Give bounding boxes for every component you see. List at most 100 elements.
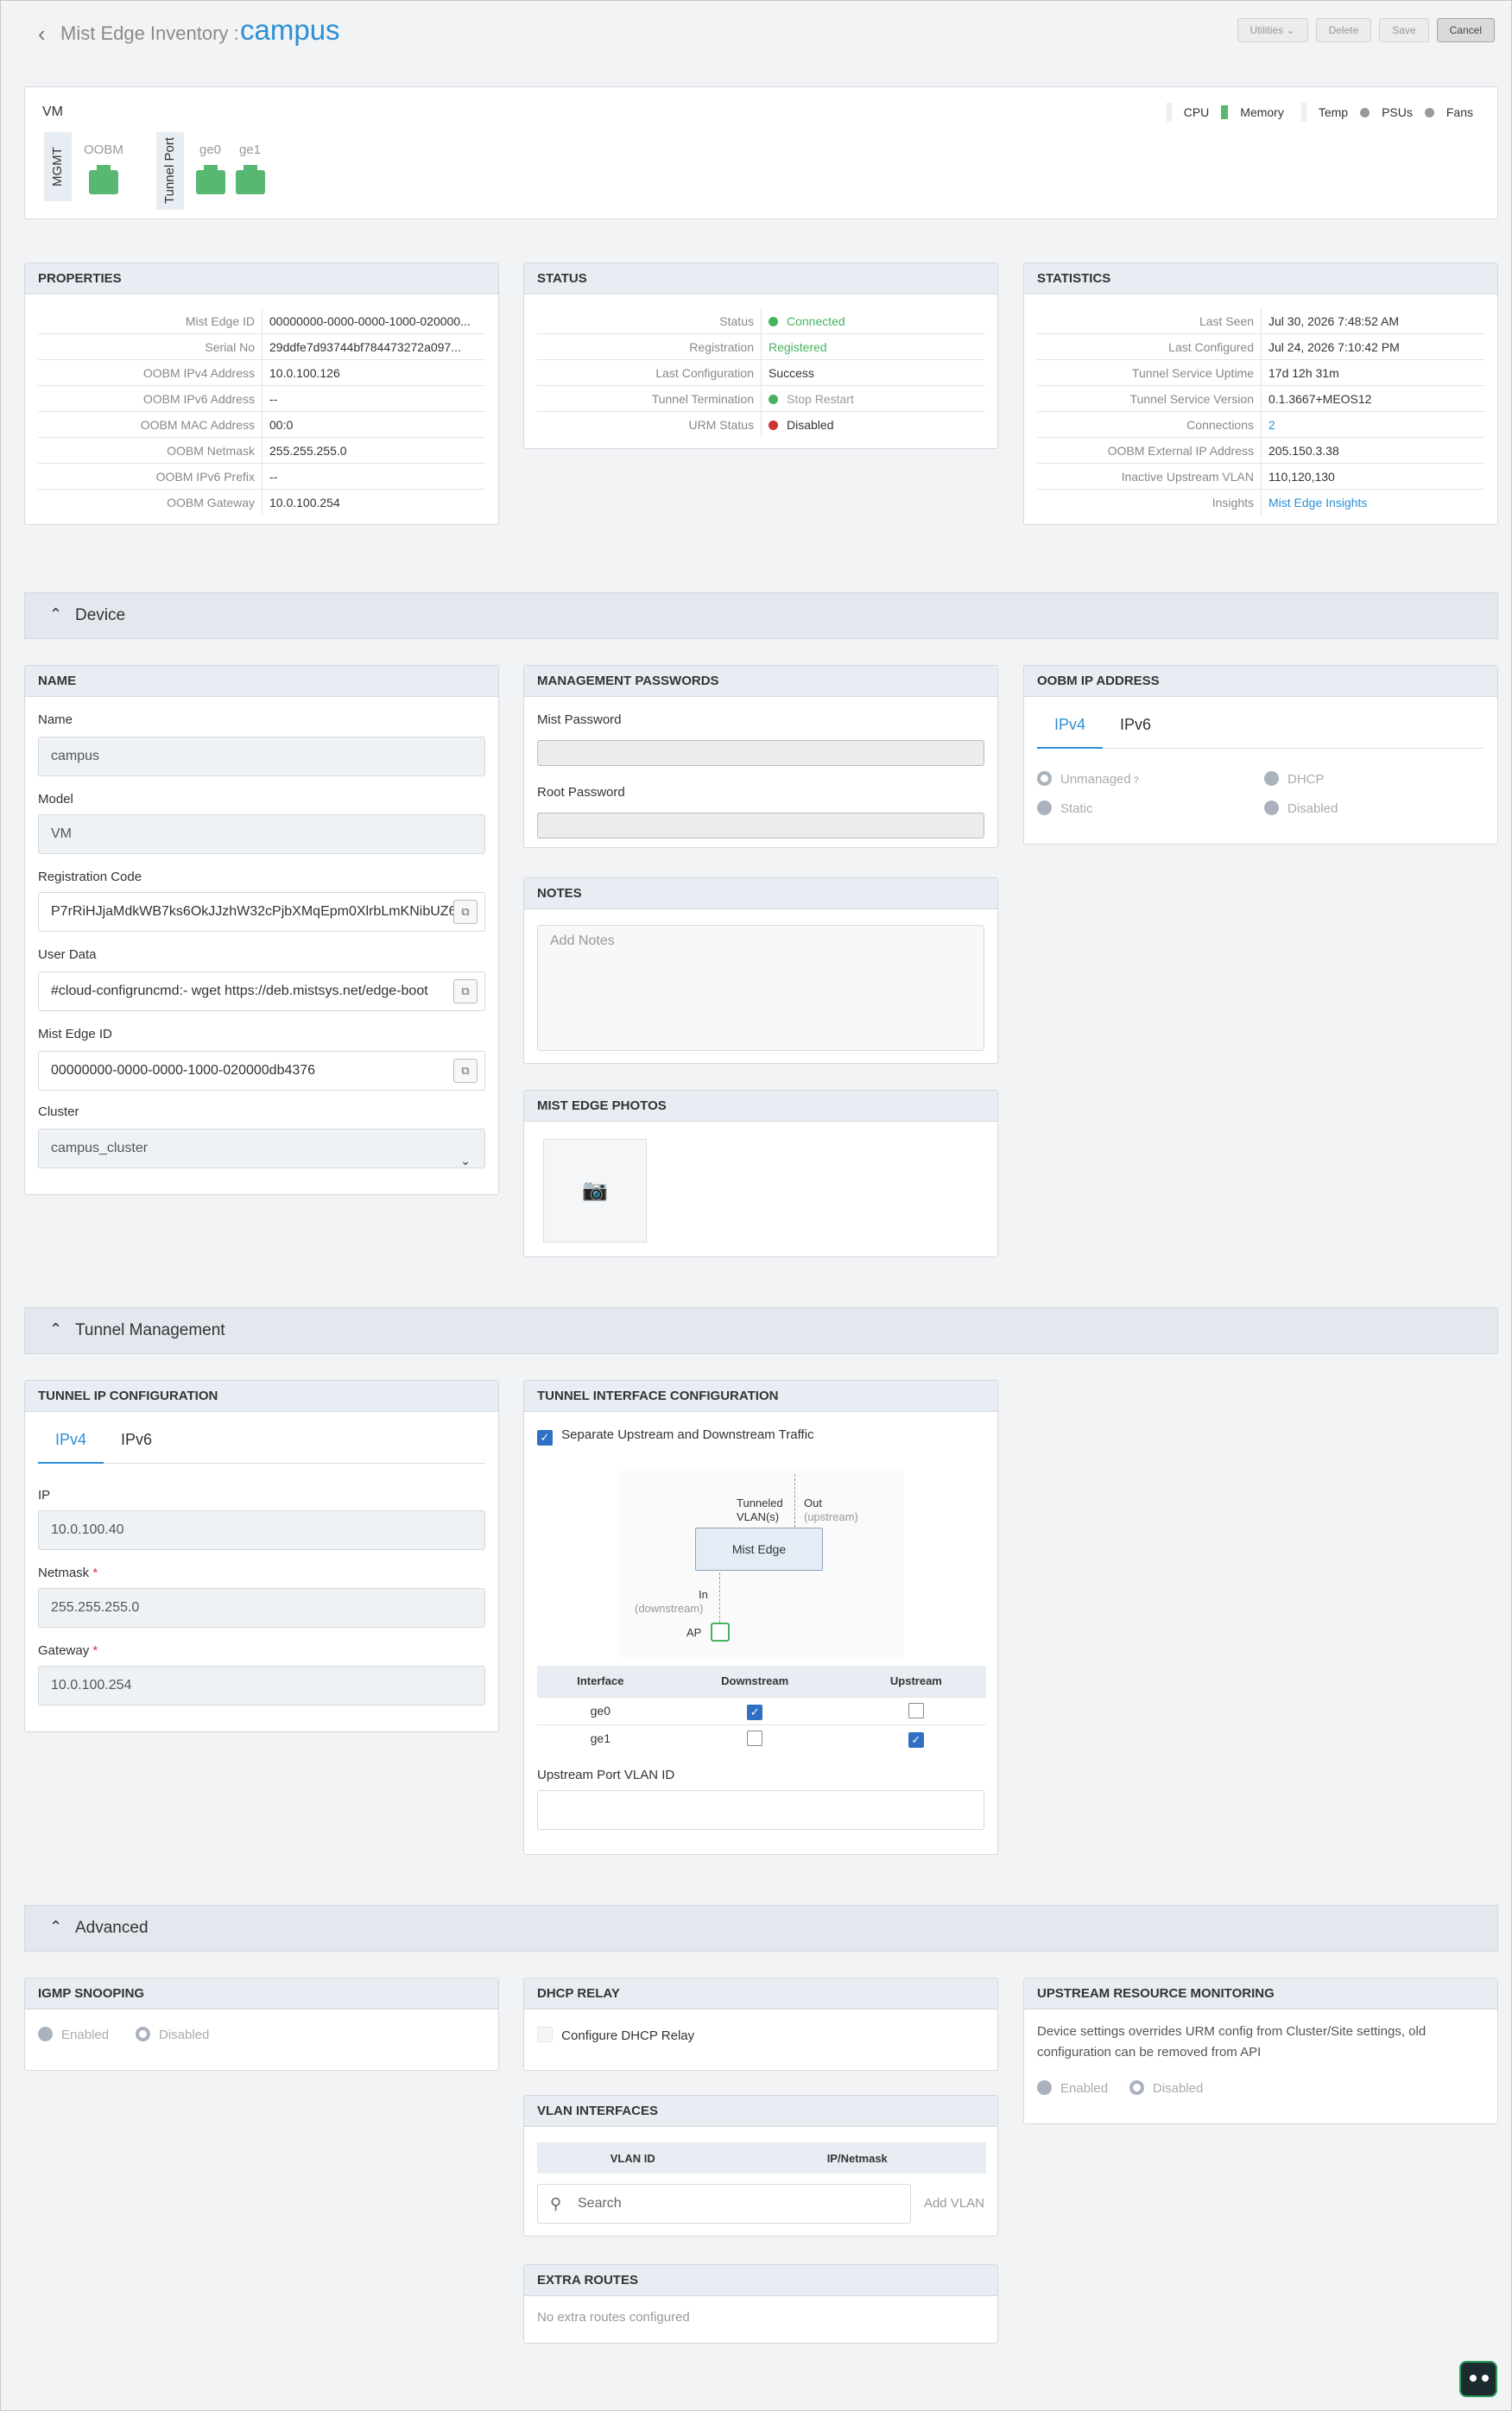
static-radio[interactable]: Static — [1037, 801, 1093, 816]
delete-button[interactable]: Delete — [1315, 18, 1372, 42]
urm-disabled-radio[interactable]: Disabled — [1129, 2080, 1203, 2096]
separate-traffic-checkbox[interactable]: ✓ Separate Upstream and Downstream Traff… — [537, 1427, 814, 1446]
igmp-disabled-radio[interactable]: Disabled — [136, 2027, 209, 2042]
mist-password-input[interactable] — [537, 740, 984, 766]
copy-icon[interactable]: ⧉ — [453, 979, 478, 1003]
model-input: VM — [38, 814, 485, 854]
dhcp-relay-checkbox[interactable]: Configure DHCP Relay — [537, 2027, 694, 2043]
properties-panel: PROPERTIES Mist Edge ID 00000000-0000-000… — [24, 263, 499, 525]
table-row: ge0 ✓ — [537, 1696, 986, 1724]
oobm-ip-tabs: IPv4 IPv6 — [1037, 706, 1484, 749]
vlan-search-input[interactable]: ⚲ Search — [537, 2184, 911, 2224]
prop-row: OOBM MAC Address 00:0 — [38, 412, 485, 438]
user-data-field[interactable]: #cloud-configruncmd:- wget https://deb.m… — [38, 971, 485, 1011]
ge0-downstream-checkbox[interactable]: ✓ — [747, 1704, 763, 1720]
tunnel-diagram: Tunneled VLAN(s) Out (upstream) Mist Edg… — [619, 1471, 904, 1657]
photos-panel: MIST EDGE PHOTOS 📷 — [523, 1090, 998, 1257]
cancel-button[interactable]: Cancel — [1436, 18, 1495, 42]
mgmt-label: MGMT — [44, 132, 72, 201]
cluster-select[interactable]: campus_cluster ⌄ — [38, 1129, 485, 1168]
chatbot-icon[interactable] — [1459, 2361, 1497, 2397]
connections-link[interactable]: 2 — [1262, 412, 1275, 437]
oobm-port-icon[interactable] — [89, 165, 118, 194]
name-input[interactable]: campus — [38, 737, 485, 776]
urm-status-value: Disabled — [787, 418, 834, 432]
status-list: Status Connected Registration Registered L… — [537, 308, 984, 438]
copy-icon[interactable]: ⧉ — [453, 900, 478, 924]
prop-row: OOBM Gateway 10.0.100.254 — [38, 490, 485, 516]
urm-enabled-radio[interactable]: Enabled — [1037, 2080, 1108, 2096]
legend-cpu: CPU — [1183, 105, 1210, 119]
last-config-value: Success — [769, 366, 814, 380]
notes-textarea[interactable]: Add Notes — [537, 925, 984, 1051]
add-vlan-button[interactable]: Add VLAN — [924, 2196, 984, 2211]
search-icon: ⚲ — [550, 2195, 562, 2212]
prop-row: OOBM IPv4 Address 10.0.100.126 — [38, 360, 485, 386]
ge0-upstream-checkbox[interactable] — [908, 1703, 924, 1718]
oobm-port-label: OOBM — [84, 142, 123, 157]
vlan-table: VLAN ID IP/Netmask — [537, 2142, 986, 2174]
chevron-up-icon: ⌃ — [49, 605, 63, 623]
ge0-port-icon[interactable] — [196, 165, 225, 194]
camera-icon[interactable]: 📷 — [543, 1139, 647, 1243]
ge0-port-label: ge0 — [199, 142, 222, 157]
status-value: Connected — [787, 314, 845, 328]
tunnel-ip-tabs: IPv4 IPv6 — [38, 1421, 485, 1464]
status-panel: STATUS Status Connected Registration Regis… — [523, 263, 998, 449]
dhcp-radio[interactable]: DHCP — [1264, 771, 1325, 787]
copy-icon[interactable]: ⧉ — [453, 1059, 478, 1083]
utilities-button[interactable]: Utilities ⌄ — [1237, 18, 1308, 42]
extra-routes-empty: No extra routes configured — [537, 2310, 690, 2325]
ap-icon — [711, 1623, 730, 1642]
vlan-interfaces-panel: VLAN INTERFACES VLAN ID IP/Netmask ⚲ Searc… — [523, 2095, 998, 2237]
tunnel-netmask-input[interactable]: 255.255.255.0 — [38, 1588, 485, 1628]
insights-link[interactable]: Mist Edge Insights — [1262, 490, 1367, 516]
mist-edge-box: Mist Edge — [695, 1528, 823, 1571]
tab-ipv4[interactable]: IPv4 — [38, 1431, 104, 1464]
chevron-down-icon: ⌄ — [460, 1154, 471, 1168]
root-password-input[interactable] — [537, 813, 984, 838]
notes-panel: NOTES Add Notes — [523, 877, 998, 1064]
ge1-downstream-checkbox[interactable] — [747, 1731, 763, 1747]
tab-ipv6[interactable]: IPv6 — [1103, 716, 1168, 749]
tunnel-ip-input[interactable]: 10.0.100.40 — [38, 1510, 485, 1550]
unmanaged-radio[interactable]: Unmanaged ? — [1037, 771, 1139, 787]
name-panel: NAME Name campus Model VM Registration C… — [24, 665, 499, 1195]
tunnel-ip-panel: TUNNEL IP CONFIGURATION IPv4 IPv6 IP 10.… — [24, 1380, 499, 1732]
breadcrumb[interactable]: Mist Edge Inventory : — [60, 22, 239, 45]
prop-row: OOBM Netmask 255.255.255.0 — [38, 438, 485, 464]
device-section-toggle[interactable]: ⌃ Device — [24, 592, 1498, 639]
prop-row: OOBM IPv6 Prefix -- — [38, 464, 485, 490]
up-arrow-icon — [794, 1474, 795, 1528]
registration-code-field[interactable]: P7rRiHJjaMdkWB7ks6OkJJzhW32cPjbXMqEpm0Xl… — [38, 892, 485, 932]
vm-label: VM — [42, 104, 63, 119]
tunnel-gateway-input[interactable]: 10.0.100.254 — [38, 1666, 485, 1705]
statistics-list: Last Seen Jul 30, 2026 7:48:52 AM Last Co… — [1037, 308, 1484, 516]
disabled-radio[interactable]: Disabled — [1264, 801, 1338, 816]
page-title: campus — [240, 14, 340, 46]
save-button[interactable]: Save — [1379, 18, 1429, 42]
header-buttons: Utilities ⌄ Delete Save Cancel — [1237, 18, 1495, 42]
igmp-enabled-radio[interactable]: Enabled — [38, 2027, 109, 2042]
properties-list: Mist Edge ID 00000000-0000-0000-1000-0200… — [38, 308, 485, 516]
ge1-port-icon[interactable] — [236, 165, 265, 194]
upstream-vlan-input[interactable] — [537, 1790, 984, 1830]
tab-ipv4[interactable]: IPv4 — [1037, 716, 1104, 749]
extra-routes-panel: EXTRA ROUTES No extra routes configured — [523, 2264, 998, 2344]
advanced-section-toggle[interactable]: ⌃ Advanced — [24, 1905, 1498, 1952]
disabled-dot-icon — [769, 421, 778, 430]
passwords-panel: MANAGEMENT PASSWORDS Mist Password Root … — [523, 665, 998, 848]
tunnel-port-label: Tunnel Port — [156, 132, 184, 210]
tab-ipv6[interactable]: IPv6 — [104, 1431, 169, 1464]
statistics-panel: STATISTICS Last Seen Jul 30, 2026 7:48:52… — [1023, 263, 1498, 525]
prop-row: Mist Edge ID 00000000-0000-0000-1000-0200… — [38, 308, 485, 334]
urm-description: Device settings overrides URM config fro… — [1037, 2024, 1427, 2060]
mist-edge-id-field[interactable]: 00000000-0000-0000-1000-020000db4376 ⧉ — [38, 1051, 485, 1091]
tunnel-iface-panel: TUNNEL INTERFACE CONFIGURATION ✓ Separat… — [523, 1380, 998, 1855]
legend-temp: Temp — [1318, 105, 1349, 119]
ge1-upstream-checkbox[interactable]: ✓ — [908, 1731, 924, 1748]
ge1-port-label: ge1 — [239, 142, 262, 157]
stop-restart-link: Stop Restart — [787, 392, 854, 406]
chevron-left-icon[interactable]: ‹ — [38, 21, 46, 47]
tunnel-section-toggle[interactable]: ⌃ Tunnel Management — [24, 1307, 1498, 1354]
